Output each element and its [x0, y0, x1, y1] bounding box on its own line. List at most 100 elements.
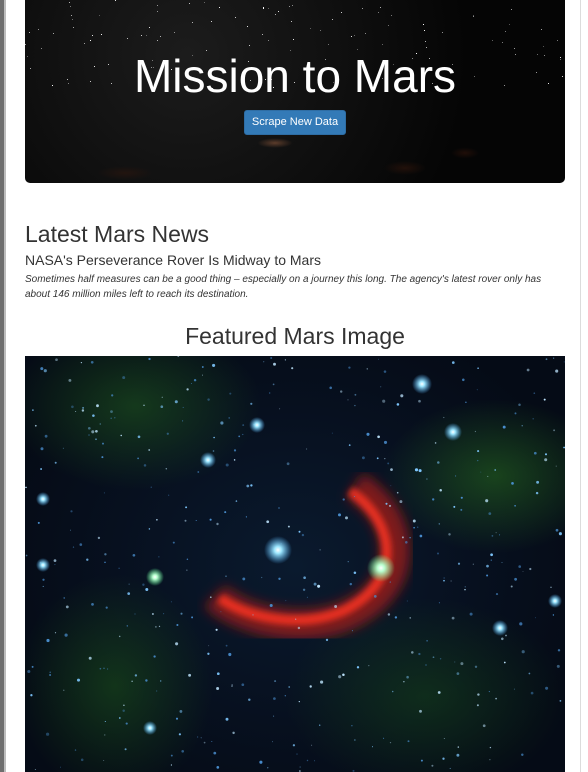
star	[348, 444, 351, 446]
star	[242, 433, 244, 436]
star	[184, 519, 187, 522]
star	[186, 388, 189, 391]
star	[203, 741, 206, 744]
star	[349, 582, 353, 586]
star	[522, 570, 524, 572]
star	[91, 35, 93, 37]
star	[384, 457, 386, 460]
star	[79, 543, 83, 546]
news-section: Latest Mars News NASA's Perseverance Rov…	[25, 220, 560, 302]
star	[480, 471, 482, 473]
star	[473, 16, 475, 18]
star	[526, 368, 530, 372]
star	[563, 361, 565, 363]
news-title: NASA's Perseverance Rover Is Midway to M…	[25, 252, 321, 268]
star	[263, 8, 265, 10]
star	[216, 672, 220, 676]
star	[156, 690, 158, 692]
star	[225, 717, 229, 721]
star	[262, 33, 264, 35]
star	[377, 358, 379, 360]
star	[291, 367, 294, 370]
star	[503, 661, 506, 664]
window-right-border	[580, 0, 588, 772]
space-image	[25, 356, 565, 772]
star	[532, 418, 534, 420]
star	[148, 528, 151, 530]
star	[348, 366, 351, 369]
scrape-new-data-button[interactable]: Scrape New Data	[244, 110, 346, 135]
star	[381, 44, 383, 46]
star	[438, 602, 440, 604]
star	[284, 359, 286, 361]
star	[98, 14, 100, 16]
star	[420, 759, 423, 762]
star	[460, 496, 463, 499]
star	[195, 519, 197, 522]
star	[125, 722, 128, 725]
star	[63, 597, 65, 599]
star	[389, 581, 391, 583]
star	[451, 361, 455, 364]
star	[178, 733, 181, 736]
star	[137, 435, 141, 439]
news-teaser: Sometimes half measures can be a good th…	[25, 274, 542, 300]
star	[288, 5, 290, 7]
star	[46, 638, 50, 643]
star	[347, 561, 349, 563]
star	[248, 698, 251, 701]
star	[145, 679, 148, 682]
star	[132, 553, 136, 557]
star	[134, 674, 138, 677]
star	[451, 616, 455, 620]
star	[477, 450, 480, 453]
star	[442, 757, 445, 760]
star	[320, 29, 322, 31]
star	[273, 697, 276, 700]
star	[488, 512, 492, 515]
star	[413, 526, 415, 529]
star	[62, 447, 64, 449]
star	[90, 360, 94, 364]
star	[455, 475, 457, 477]
star	[453, 505, 456, 508]
star	[401, 536, 404, 539]
star	[268, 8, 270, 10]
star	[341, 11, 343, 13]
star	[501, 637, 504, 641]
star	[298, 530, 301, 533]
star	[390, 15, 392, 17]
star	[469, 612, 473, 616]
star	[186, 569, 188, 571]
star	[331, 432, 333, 434]
star	[160, 405, 164, 409]
star	[347, 399, 349, 401]
star	[238, 435, 241, 438]
star	[287, 525, 290, 528]
star	[70, 529, 72, 531]
star	[555, 528, 559, 532]
star	[319, 724, 321, 726]
star	[555, 465, 557, 467]
star	[107, 668, 109, 670]
star	[443, 579, 445, 582]
star	[412, 519, 416, 523]
star	[460, 508, 463, 511]
star	[278, 577, 281, 581]
star	[274, 14, 276, 16]
star	[32, 409, 34, 411]
star	[246, 25, 248, 27]
star	[540, 29, 542, 31]
star	[298, 701, 300, 703]
star	[414, 468, 419, 472]
star	[417, 526, 419, 528]
star	[44, 434, 48, 438]
star	[309, 685, 312, 688]
star	[228, 417, 231, 419]
star	[156, 4, 158, 6]
star	[317, 584, 321, 588]
star	[368, 664, 370, 667]
star	[95, 438, 97, 441]
star	[175, 642, 179, 646]
star	[353, 571, 357, 575]
